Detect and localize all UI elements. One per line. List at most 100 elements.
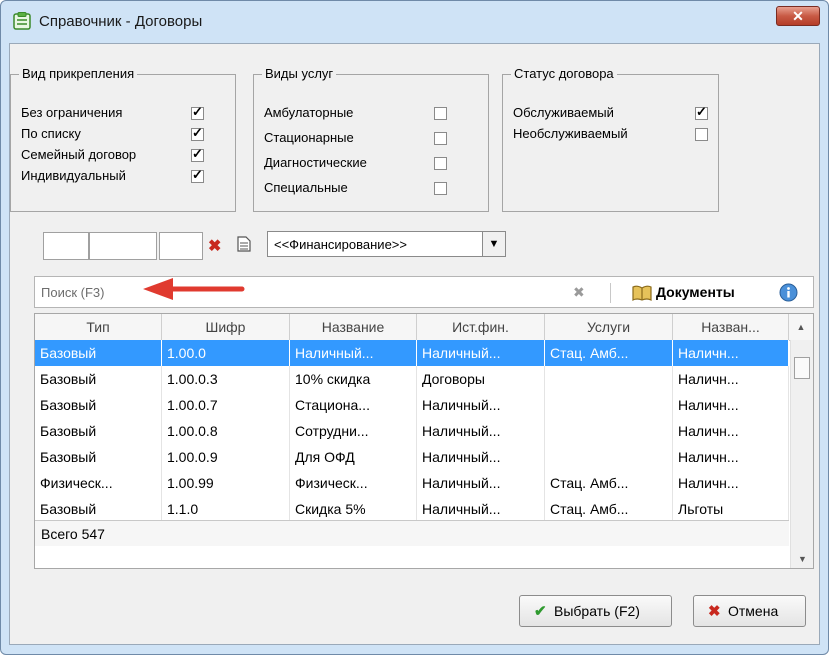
table-cell: Физическ... bbox=[290, 470, 417, 496]
chevron-down-icon[interactable]: ▼ bbox=[482, 232, 505, 256]
filter-input-2[interactable] bbox=[89, 232, 157, 260]
table-cell: Наличн... bbox=[673, 392, 789, 418]
table-cell bbox=[545, 444, 673, 470]
table-cell: 1.00.0.7 bbox=[162, 392, 290, 418]
attach-option-label: Индивидуальный bbox=[21, 168, 126, 183]
documents-button[interactable]: Документы bbox=[656, 284, 735, 300]
services-option-label: Диагностические bbox=[264, 155, 367, 170]
financing-select[interactable]: <<Финансирование>> ▼ bbox=[267, 231, 506, 257]
table-cell: 1.00.99 bbox=[162, 470, 290, 496]
cancel-button[interactable]: ✖ Отмена bbox=[693, 595, 806, 627]
attach-option-checkbox[interactable] bbox=[191, 146, 204, 162]
select-button[interactable]: ✔ Выбрать (F2) bbox=[519, 595, 672, 627]
book-icon[interactable] bbox=[631, 284, 653, 302]
table-cell: Наличн... bbox=[673, 340, 789, 366]
table-row[interactable]: Базовый 1.00.0.9 Для ОФД Наличный... Наличн.… bbox=[35, 444, 789, 470]
attach-option-label: По списку bbox=[21, 126, 81, 141]
header-scroll-corner: ▲ bbox=[796, 322, 806, 332]
services-option-row: Амбулаторные bbox=[264, 103, 484, 123]
attach-type-group-title: Вид прикрепления bbox=[19, 66, 138, 81]
services-option-row: Специальные bbox=[264, 178, 484, 198]
filter-input-3[interactable] bbox=[159, 232, 203, 260]
clear-search-icon[interactable]: ✖ bbox=[573, 284, 585, 301]
financing-select-value: <<Финансирование>> bbox=[274, 237, 407, 252]
table-row[interactable]: Базовый 1.00.0 Наличный... Наличный... Стац.… bbox=[35, 340, 789, 366]
column-header-services[interactable]: Услуги bbox=[545, 314, 673, 340]
dialog-client-area: Вид прикрепления Без ограничения По спис… bbox=[9, 43, 820, 645]
table-cell bbox=[545, 366, 673, 392]
services-option-row: Стационарные bbox=[264, 128, 484, 148]
table-cell: Наличный... bbox=[417, 418, 545, 444]
select-button-label: Выбрать (F2) bbox=[554, 603, 640, 619]
services-option-checkbox[interactable] bbox=[434, 157, 447, 170]
table-cell: Наличный... bbox=[290, 340, 417, 366]
table-scrollbar[interactable]: ▼ bbox=[790, 340, 813, 568]
column-header-type[interactable]: Тип bbox=[35, 314, 162, 340]
table-cell: 10% скидка bbox=[290, 366, 417, 392]
table-cell: Наличный... bbox=[417, 444, 545, 470]
table-cell: Стациона... bbox=[290, 392, 417, 418]
table-cell: Базовый bbox=[35, 366, 162, 392]
table-cell bbox=[545, 392, 673, 418]
attach-option-row: Индивидуальный bbox=[21, 166, 231, 186]
separator bbox=[610, 283, 611, 303]
services-option-checkbox[interactable] bbox=[434, 107, 447, 120]
services-group-title: Виды услуг bbox=[262, 66, 337, 81]
table-row[interactable]: Базовый 1.1.0 Скидка 5% Наличный... Стац. Ам… bbox=[35, 496, 789, 522]
table-header: Тип Шифр Название Ист.фин. Услуги Назван… bbox=[35, 314, 813, 341]
window-title: Справочник - Договоры bbox=[39, 13, 203, 30]
document-icon[interactable] bbox=[237, 236, 251, 252]
table-cell: Сотрудни... bbox=[290, 418, 417, 444]
close-button[interactable]: ✕ bbox=[776, 6, 820, 26]
filter-input-1[interactable] bbox=[43, 232, 89, 260]
services-option-checkbox[interactable] bbox=[434, 182, 447, 195]
services-option-label: Амбулаторные bbox=[264, 105, 354, 120]
status-option-checkbox[interactable] bbox=[695, 128, 708, 141]
table-cell: Стац. Амб... bbox=[545, 496, 673, 522]
table-cell bbox=[545, 418, 673, 444]
directory-app-icon bbox=[13, 12, 31, 30]
table-cell: Базовый bbox=[35, 418, 162, 444]
clear-filter-icon[interactable]: ✖ bbox=[208, 236, 221, 256]
scroll-down-icon[interactable]: ▼ bbox=[798, 554, 807, 564]
table-cell: Наличный... bbox=[417, 496, 545, 522]
attach-option-row: Без ограничения bbox=[21, 103, 231, 123]
column-header-funding[interactable]: Ист.фин. bbox=[417, 314, 545, 340]
table-cell: 1.1.0 bbox=[162, 496, 290, 522]
table-row[interactable]: Базовый 1.00.0.3 10% скидка Договоры Наличн.… bbox=[35, 366, 789, 392]
table-cell: Договоры bbox=[417, 366, 545, 392]
cancel-x-icon: ✖ bbox=[708, 603, 721, 620]
table-row[interactable]: Базовый 1.00.0.7 Стациона... Наличный... Нал… bbox=[35, 392, 789, 418]
attach-option-row: По списку bbox=[21, 124, 231, 144]
attach-option-checkbox[interactable] bbox=[191, 104, 204, 120]
table-cell: Для ОФД bbox=[290, 444, 417, 470]
attach-option-row: Семейный договор bbox=[21, 145, 231, 165]
contract-status-group-title: Статус договора bbox=[511, 66, 617, 81]
table-cell: Наличный... bbox=[417, 470, 545, 496]
cancel-button-label: Отмена bbox=[728, 603, 779, 619]
services-option-label: Стационарные bbox=[264, 130, 354, 145]
table-row[interactable]: Физическ... 1.00.99 Физическ... Наличный...… bbox=[35, 470, 789, 496]
contract-status-group: Статус договора Обслуживаемый Необслужив… bbox=[502, 66, 719, 212]
table-cell: Скидка 5% bbox=[290, 496, 417, 522]
services-option-checkbox[interactable] bbox=[434, 132, 447, 145]
table-cell: Наличный... bbox=[417, 392, 545, 418]
table-row[interactable]: Базовый 1.00.0.8 Сотрудни... Наличный... Нал… bbox=[35, 418, 789, 444]
column-header-name[interactable]: Название bbox=[290, 314, 417, 340]
status-option-label: Необслуживаемый bbox=[513, 126, 628, 141]
search-input[interactable]: Поиск (F3) bbox=[41, 285, 104, 300]
services-group: Виды услуг Амбулаторные Стационарные Диа… bbox=[253, 66, 489, 212]
title-bar[interactable]: Справочник - Договоры ✕ bbox=[1, 1, 828, 43]
column-header-code[interactable]: Шифр bbox=[162, 314, 290, 340]
info-icon[interactable] bbox=[779, 283, 798, 302]
scrollbar-thumb[interactable] bbox=[794, 357, 810, 379]
attach-option-checkbox[interactable] bbox=[191, 167, 204, 183]
contracts-table: Тип Шифр Название Ист.фин. Услуги Назван… bbox=[34, 313, 814, 569]
table-cell: Наличный... bbox=[417, 340, 545, 366]
column-header-name2[interactable]: Назван... bbox=[673, 314, 789, 340]
table-cell: Наличн... bbox=[673, 366, 789, 392]
table-cell: Льготы bbox=[673, 496, 789, 522]
table-cell: Стац. Амб... bbox=[545, 470, 673, 496]
status-option-checkbox[interactable] bbox=[695, 104, 708, 120]
attach-option-checkbox[interactable] bbox=[191, 125, 204, 141]
